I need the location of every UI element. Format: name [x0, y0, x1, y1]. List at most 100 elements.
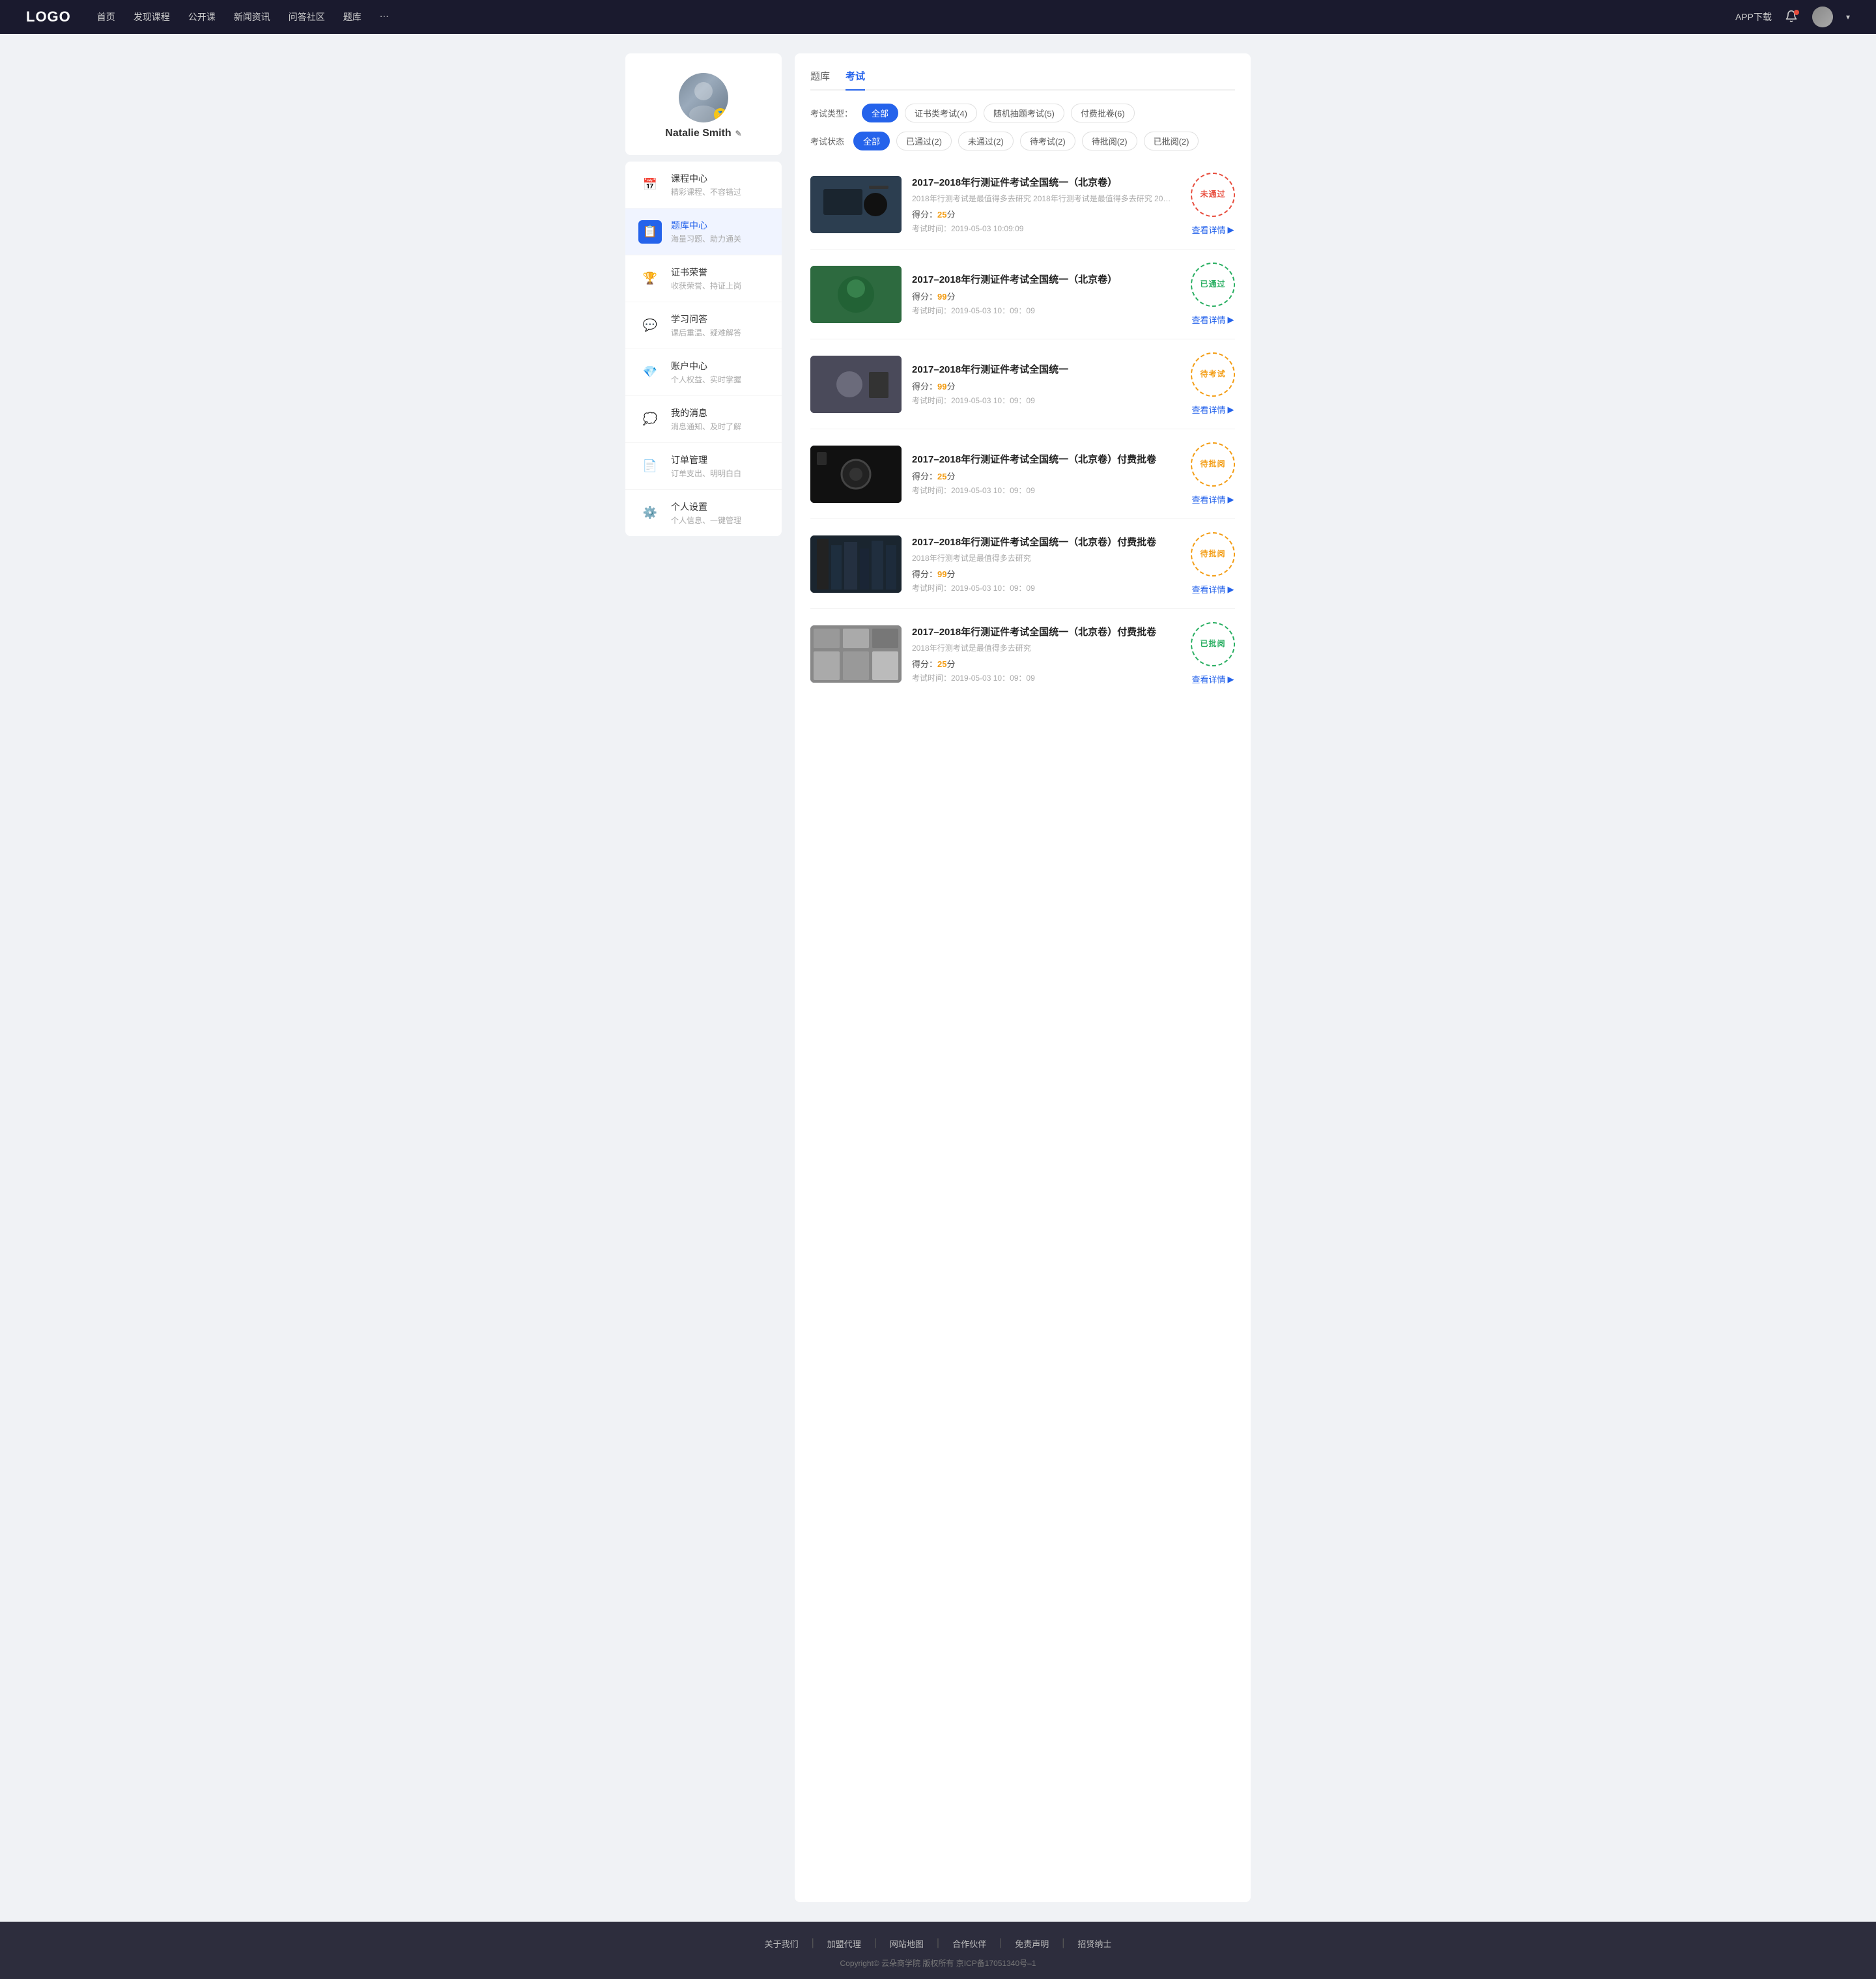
- exam-info: 2017–2018年行测证件考试全国统一（北京卷）付费批卷 得分：25分 考试时…: [912, 452, 1180, 496]
- exam-time: 考试时间：2019-05-03 10：09：09: [912, 582, 1180, 593]
- nav-home[interactable]: 首页: [97, 10, 115, 23]
- filter-status-wait-review[interactable]: 待批阅(2): [1082, 132, 1137, 150]
- tab-exam[interactable]: 考试: [846, 69, 865, 91]
- sidebar-item-qa[interactable]: 💬 学习问答 课后重温、疑难解答: [625, 302, 782, 349]
- sidebar-item-certificate[interactable]: 🏆 证书荣誉 收获荣誉、持证上岗: [625, 255, 782, 302]
- nav-news[interactable]: 新闻资讯: [234, 10, 270, 23]
- exam-status-stamp: 待考试: [1191, 352, 1235, 397]
- exam-thumbnail: [810, 176, 902, 233]
- exam-score: 得分：25分: [912, 470, 1180, 482]
- user-menu-chevron[interactable]: ▾: [1846, 12, 1850, 21]
- exam-time: 考试时间：2019-05-03 10:09:09: [912, 223, 1180, 234]
- sidebar-item-course-center[interactable]: 📅 课程中心 精彩课程、不容错过: [625, 162, 782, 208]
- filter-status-all[interactable]: 全部: [853, 132, 890, 150]
- exam-info: 2017–2018年行测证件考试全国统一 得分：99分 考试时间：2019-05…: [912, 362, 1180, 406]
- chevron-right-icon: ▶: [1228, 405, 1234, 415]
- chevron-right-icon: ▶: [1228, 225, 1234, 235]
- exam-thumbnail: [810, 535, 902, 593]
- sidebar-item-orders[interactable]: 📄 订单管理 订单支出、明明白白: [625, 443, 782, 490]
- filter-type-all[interactable]: 全部: [862, 104, 898, 122]
- exam-item: 2017–2018年行测证件考试全国统一（北京卷）付费批卷 得分：25分 考试时…: [810, 429, 1235, 519]
- exam-title: 2017–2018年行测证件考试全国统一（北京卷）: [912, 175, 1180, 189]
- avatar: 🏅: [679, 73, 728, 122]
- exam-action: 已批阅 查看详情 ▶: [1191, 622, 1235, 685]
- exam-thumbnail: [810, 266, 902, 323]
- footer-link-jobs[interactable]: 招贤纳士: [1077, 1937, 1111, 1950]
- exam-status-stamp: 未通过: [1191, 173, 1235, 217]
- footer-link-partner[interactable]: 合作伙伴: [952, 1937, 986, 1950]
- exam-desc: 2018年行测考试是最值得多去研究: [912, 552, 1172, 563]
- nav-discover[interactable]: 发现课程: [134, 10, 170, 23]
- footer-link-about[interactable]: 关于我们: [765, 1937, 799, 1950]
- app-download-link[interactable]: APP下载: [1735, 10, 1772, 23]
- filter-type-cert[interactable]: 证书类考试(4): [905, 104, 977, 122]
- filter-type-paid[interactable]: 付费批卷(6): [1071, 104, 1135, 122]
- settings-icon: ⚙️: [638, 502, 662, 525]
- exam-time: 考试时间：2019-05-03 10：09：09: [912, 485, 1180, 496]
- user-avatar-header[interactable]: [1812, 7, 1833, 27]
- sidebar-item-settings[interactable]: ⚙️ 个人设置 个人信息、一键管理: [625, 490, 782, 536]
- exam-info: 2017–2018年行测证件考试全国统一（北京卷） 得分：99分 考试时间：20…: [912, 272, 1180, 316]
- exam-detail-button[interactable]: 查看详情 ▶: [1191, 493, 1234, 505]
- exam-desc: 2018年行测考试是最值得多去研究 2018年行测考试是最值得多去研究 2018…: [912, 193, 1172, 204]
- sidebar: 🏅 Natalie Smith ✎ 📅 课程中心 精彩课程、不容错过 📋 题库中…: [625, 53, 782, 1902]
- footer-copyright: Copyright© 云朵商学院 版权所有 京ICP备17051340号–1: [13, 1958, 1863, 1969]
- certificate-icon: 🏆: [638, 267, 662, 291]
- exam-action: 已通过 查看详情 ▶: [1191, 263, 1235, 326]
- exam-time: 考试时间：2019-05-03 10：09：09: [912, 672, 1180, 683]
- sidebar-item-account[interactable]: 💎 账户中心 个人权益、实时掌握: [625, 349, 782, 396]
- filter-status-reviewed[interactable]: 已批阅(2): [1144, 132, 1199, 150]
- exam-title: 2017–2018年行测证件考试全国统一（北京卷）付费批卷: [912, 625, 1180, 638]
- filter-type-row: 考试类型： 全部 证书类考试(4) 随机抽题考试(5) 付费批卷(6): [810, 104, 1235, 122]
- exam-status-stamp: 待批阅: [1191, 442, 1235, 487]
- footer: 关于我们 | 加盟代理 | 网站地图 | 合作伙伴 | 免责声明 | 招贤纳士 …: [0, 1922, 1876, 1979]
- filter-type-random[interactable]: 随机抽题考试(5): [984, 104, 1064, 122]
- exam-score: 得分：99分: [912, 290, 1180, 302]
- filter-status-failed[interactable]: 未通过(2): [958, 132, 1014, 150]
- exam-title: 2017–2018年行测证件考试全国统一（北京卷）付费批卷: [912, 535, 1180, 548]
- nav-bank[interactable]: 题库: [343, 10, 362, 23]
- exam-desc: 2018年行测考试是最值得多去研究: [912, 642, 1172, 653]
- exam-item: 2017–2018年行测证件考试全国统一（北京卷） 2018年行测考试是最值得多…: [810, 160, 1235, 249]
- exam-detail-button[interactable]: 查看详情 ▶: [1191, 673, 1234, 685]
- exam-thumbnail: [810, 446, 902, 503]
- sidebar-item-question-bank[interactable]: 📋 题库中心 海量习题、助力通关: [625, 208, 782, 255]
- footer-link-agent[interactable]: 加盟代理: [827, 1937, 861, 1950]
- logo: LOGO: [26, 8, 71, 25]
- filter-status-passed[interactable]: 已通过(2): [896, 132, 952, 150]
- exam-status-stamp: 待批阅: [1191, 532, 1235, 577]
- exam-item: 2017–2018年行测证件考试全国统一（北京卷）付费批卷 2018年行测考试是…: [810, 519, 1235, 609]
- exam-detail-button[interactable]: 查看详情 ▶: [1191, 313, 1234, 326]
- profile-edit-icon[interactable]: ✎: [735, 129, 742, 138]
- exam-detail-button[interactable]: 查看详情 ▶: [1191, 223, 1234, 236]
- filter-status-label: 考试状态: [810, 135, 844, 147]
- exam-title: 2017–2018年行测证件考试全国统一: [912, 362, 1180, 376]
- exam-score: 得分：25分: [912, 657, 1180, 670]
- exam-score: 得分：99分: [912, 380, 1180, 392]
- sidebar-menu: 📅 课程中心 精彩课程、不容错过 📋 题库中心 海量习题、助力通关 🏆 证书荣誉…: [625, 162, 782, 536]
- nav-more[interactable]: ···: [380, 10, 389, 23]
- filter-status-pending[interactable]: 待考试(2): [1020, 132, 1075, 150]
- main-nav: 首页 发现课程 公开课 新闻资讯 问答社区 题库 ···: [97, 10, 1735, 23]
- nav-qa[interactable]: 问答社区: [289, 10, 325, 23]
- tab-bank[interactable]: 题库: [810, 69, 830, 91]
- notification-bell[interactable]: [1785, 10, 1799, 24]
- content-tabs: 题库 考试: [810, 69, 1235, 91]
- sidebar-item-messages[interactable]: 💭 我的消息 消息通知、及时了解: [625, 396, 782, 443]
- footer-links: 关于我们 | 加盟代理 | 网站地图 | 合作伙伴 | 免责声明 | 招贤纳士: [13, 1937, 1863, 1950]
- footer-link-sitemap[interactable]: 网站地图: [890, 1937, 924, 1950]
- filter-status-row: 考试状态 全部 已通过(2) 未通过(2) 待考试(2) 待批阅(2) 已批阅(…: [810, 132, 1235, 150]
- exam-detail-button[interactable]: 查看详情 ▶: [1191, 583, 1234, 595]
- exam-action: 待考试 查看详情 ▶: [1191, 352, 1235, 416]
- exam-item: 2017–2018年行测证件考试全国统一（北京卷）付费批卷 2018年行测考试是…: [810, 609, 1235, 698]
- exam-item: 2017–2018年行测证件考试全国统一 得分：99分 考试时间：2019-05…: [810, 339, 1235, 429]
- footer-link-disclaimer[interactable]: 免责声明: [1015, 1937, 1049, 1950]
- chevron-right-icon: ▶: [1228, 315, 1234, 325]
- nav-open[interactable]: 公开课: [188, 10, 216, 23]
- header: LOGO 首页 发现课程 公开课 新闻资讯 问答社区 题库 ··· APP下载 …: [0, 0, 1876, 34]
- header-right: APP下载 ▾: [1735, 7, 1850, 27]
- exam-status-stamp: 已通过: [1191, 263, 1235, 307]
- exam-info: 2017–2018年行测证件考试全国统一（北京卷）付费批卷 2018年行测考试是…: [912, 535, 1180, 593]
- exam-detail-button[interactable]: 查看详情 ▶: [1191, 403, 1234, 416]
- messages-icon: 💭: [638, 408, 662, 431]
